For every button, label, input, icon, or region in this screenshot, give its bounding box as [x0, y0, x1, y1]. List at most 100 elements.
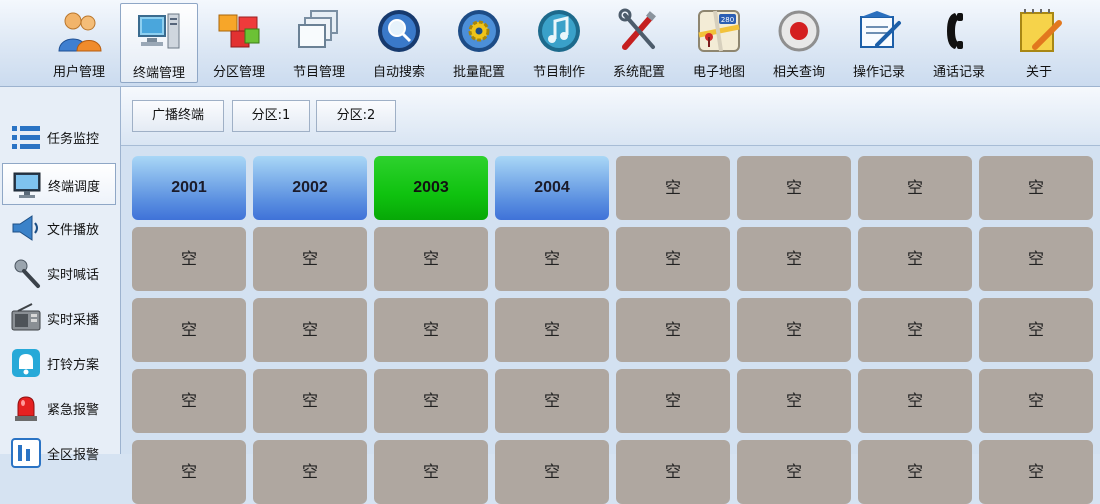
empty-terminal-slot[interactable]: 空	[616, 440, 730, 504]
speaker-icon	[12, 215, 38, 241]
empty-terminal-slot[interactable]: 空	[979, 227, 1093, 291]
toolbar-user-management[interactable]: 用户管理	[40, 3, 118, 83]
toolbar-label: 节目制作	[532, 65, 585, 80]
empty-terminal-slot[interactable]: 空	[858, 156, 972, 220]
sidebar-item-label: 实时采播	[47, 313, 100, 328]
sidebar-item-task-monitor[interactable]: 任务监控	[2, 116, 116, 158]
tab-zone-1[interactable]: 分区:1	[232, 100, 310, 132]
sidebar-item-all-zone-alarm[interactable]: 全区报警	[2, 432, 116, 474]
microphone-icon	[14, 259, 40, 288]
toolbar-batch-config[interactable]: 批量配置	[440, 3, 518, 83]
main-toolbar: 用户管理 终端管理 分区管理 节目管理 自动搜索 批量配置 节目制作 系统配置 …	[0, 0, 1100, 87]
empty-terminal-slot[interactable]: 空	[616, 298, 730, 362]
tab-bar: 广播终端 分区:1 分区:2	[121, 87, 1100, 146]
empty-terminal-slot[interactable]: 空	[979, 156, 1093, 220]
toolbar-zone-management[interactable]: 分区管理	[200, 3, 278, 83]
notepad-pencil-icon	[1020, 9, 1062, 52]
sidebar-item-label: 紧急报警	[47, 403, 100, 418]
empty-terminal-slot[interactable]: 空	[979, 440, 1093, 504]
empty-terminal-slot[interactable]: 空	[374, 298, 488, 362]
map-icon: 280	[698, 10, 740, 52]
sidebar-item-realtime-capture[interactable]: 实时采播	[2, 297, 116, 339]
empty-terminal-slot[interactable]: 空	[737, 298, 851, 362]
empty-terminal-slot[interactable]: 空	[253, 298, 367, 362]
tools-icon	[618, 8, 656, 50]
toolbar-label: 批量配置	[452, 65, 505, 80]
record-query-icon	[778, 10, 820, 52]
monitor-icon	[13, 172, 41, 198]
batch-gear-icon	[458, 10, 500, 52]
operation-log-icon	[860, 11, 901, 48]
bell-icon	[12, 349, 40, 377]
toolbar-label: 相关查询	[772, 65, 825, 80]
toolbar-label: 自动搜索	[372, 65, 425, 80]
sidebar-item-file-play[interactable]: 文件播放	[2, 207, 116, 249]
toolbar-system-config[interactable]: 系统配置	[600, 3, 678, 83]
toolbar-call-log[interactable]: 通话记录	[920, 3, 998, 83]
main-panel: 广播终端 分区:1 分区:2 2001 2002 2003 2004 空空空空空空空空空…	[121, 87, 1100, 504]
empty-terminal-slot[interactable]: 空	[616, 156, 730, 220]
sidebar-item-bell-schedule[interactable]: 打铃方案	[2, 342, 116, 384]
toolbar-program-production[interactable]: 节目制作	[520, 3, 598, 83]
empty-terminal-slot[interactable]: 空	[253, 369, 367, 433]
toolbar-label: 系统配置	[612, 65, 665, 80]
empty-terminal-slot[interactable]: 空	[979, 369, 1093, 433]
toolbar-terminal-management[interactable]: 终端管理	[120, 3, 198, 83]
empty-terminal-slot[interactable]: 空	[616, 227, 730, 291]
empty-terminal-slot[interactable]: 空	[132, 298, 246, 362]
empty-terminal-slot[interactable]: 空	[132, 227, 246, 291]
empty-terminal-slot[interactable]: 空	[495, 369, 609, 433]
toolbar-auto-search[interactable]: 自动搜索	[360, 3, 438, 83]
empty-terminal-slot[interactable]: 空	[132, 440, 246, 504]
phone-handset-icon	[947, 13, 963, 49]
empty-terminal-slot[interactable]: 空	[495, 227, 609, 291]
empty-terminal-slot[interactable]: 空	[495, 440, 609, 504]
empty-terminal-slot[interactable]: 空	[858, 440, 972, 504]
empty-terminal-slot[interactable]: 空	[858, 369, 972, 433]
sidebar-item-emergency-alarm[interactable]: 紧急报警	[2, 387, 116, 429]
empty-terminal-slot[interactable]: 空	[374, 227, 488, 291]
toolbar-operation-log[interactable]: 操作记录	[840, 3, 918, 83]
toolbar-label: 分区管理	[212, 65, 265, 80]
empty-terminal-slot[interactable]: 空	[132, 369, 246, 433]
empty-terminal-slot[interactable]: 空	[737, 156, 851, 220]
empty-terminal-slot[interactable]: 空	[858, 227, 972, 291]
search-magnifier-icon	[378, 10, 420, 52]
empty-terminal-slot[interactable]: 空	[858, 298, 972, 362]
empty-terminal-slot[interactable]: 空	[979, 298, 1093, 362]
empty-terminal-slot[interactable]: 空	[253, 440, 367, 504]
sidebar-item-label: 打铃方案	[47, 358, 100, 373]
toolbar-label: 终端管理	[132, 66, 185, 81]
sidebar-item-realtime-shout[interactable]: 实时喊话	[2, 252, 116, 294]
tab-broadcast-terminal[interactable]: 广播终端	[132, 100, 224, 132]
empty-terminal-slot[interactable]: 空	[737, 440, 851, 504]
toolbar-electronic-map[interactable]: 280 电子地图	[680, 3, 758, 83]
terminal-slot-2001[interactable]: 2001	[132, 156, 246, 220]
terminal-slot-2003[interactable]: 2003	[374, 156, 488, 220]
empty-terminal-slot[interactable]: 空	[374, 369, 488, 433]
toolbar-label: 通话记录	[932, 65, 985, 80]
zone-alarm-icon	[11, 438, 41, 468]
sidebar-item-label: 任务监控	[47, 132, 100, 147]
empty-terminal-slot[interactable]: 空	[737, 227, 851, 291]
terminal-slot-2004[interactable]: 2004	[495, 156, 609, 220]
users-icon	[58, 12, 102, 52]
terminal-slot-2002[interactable]: 2002	[253, 156, 367, 220]
toolbar-label: 电子地图	[692, 65, 745, 80]
toolbar-about[interactable]: 关于	[1000, 3, 1078, 83]
tab-zone-2[interactable]: 分区:2	[316, 100, 396, 132]
empty-terminal-slot[interactable]: 空	[495, 298, 609, 362]
empty-terminal-slot[interactable]: 空	[253, 227, 367, 291]
empty-terminal-slot[interactable]: 空	[737, 369, 851, 433]
toolbar-label: 关于	[1025, 65, 1052, 80]
toolbar-label: 用户管理	[52, 65, 105, 80]
toolbar-related-query[interactable]: 相关查询	[760, 3, 838, 83]
toolbar-label: 操作记录	[852, 65, 905, 80]
sidebar-item-label: 终端调度	[48, 180, 101, 195]
radio-icon	[11, 303, 41, 331]
sidebar-item-terminal-dispatch[interactable]: 终端调度	[2, 163, 116, 205]
task-list-icon	[12, 126, 40, 149]
empty-terminal-slot[interactable]: 空	[374, 440, 488, 504]
empty-terminal-slot[interactable]: 空	[616, 369, 730, 433]
toolbar-program-management[interactable]: 节目管理	[280, 3, 358, 83]
